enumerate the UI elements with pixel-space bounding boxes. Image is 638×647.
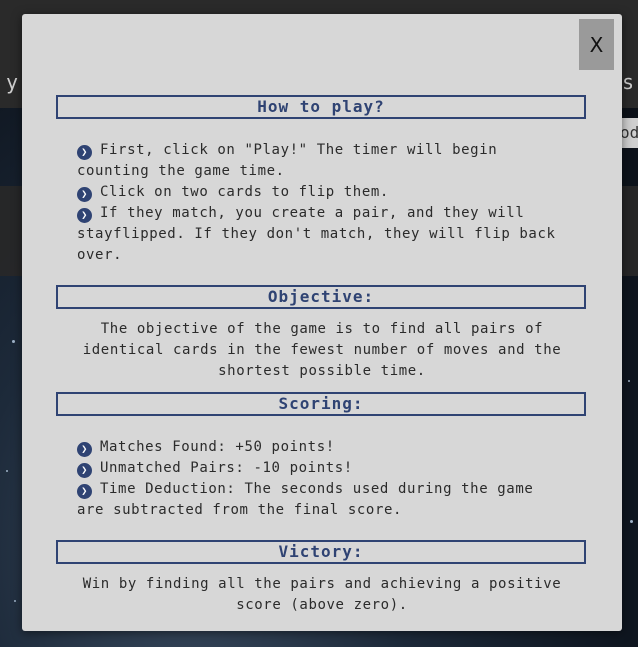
- objective-text: The objective of the game is to find all…: [82, 321, 562, 379]
- list-item: ❯ Time Deduction: The seconds used during…: [77, 481, 534, 518]
- scoring-list: ❯ Matches Found: +50 points! ❯ Unmatched P…: [77, 437, 567, 521]
- chevron-right-circle-icon: ❯: [77, 145, 92, 160]
- chevron-right-circle-icon: ❯: [77, 463, 92, 478]
- background-star: [6, 470, 8, 472]
- background-text-right: s: [622, 70, 635, 94]
- background-text-left: y: [6, 70, 19, 94]
- how-to-play-heading: How to play?: [56, 95, 586, 119]
- chevron-right-circle-icon: ❯: [77, 442, 92, 457]
- victory-text: Win by finding all the pairs and achievi…: [82, 576, 562, 613]
- list-item: ❯ Click on two cards to flip them.: [77, 182, 567, 203]
- background-star: [12, 340, 15, 343]
- victory-heading: Victory:: [56, 540, 586, 564]
- background-star: [14, 600, 16, 602]
- list-item: ❯ Matches Found: +50 points!: [77, 437, 567, 458]
- list-item: ❯ If they match, you create a pair, and t…: [77, 205, 556, 263]
- list-item: ❯ First, click on "Play!" The timer will …: [77, 142, 498, 179]
- scoring-heading: Scoring:: [56, 392, 586, 416]
- chevron-right-circle-icon: ❯: [77, 187, 92, 202]
- background-star: [630, 520, 633, 523]
- close-button[interactable]: X: [579, 19, 614, 70]
- chevron-right-circle-icon: ❯: [77, 208, 92, 223]
- background-star: [628, 380, 630, 382]
- chevron-right-circle-icon: ❯: [77, 484, 92, 499]
- objective-heading: Objective:: [56, 285, 586, 309]
- instructions-modal: X How to play? ❯ First, click on "Play!" …: [22, 14, 622, 631]
- list-item: ❯ Unmatched Pairs: -10 points!: [77, 458, 567, 479]
- how-to-play-list: ❯ First, click on "Play!" The timer will …: [77, 140, 567, 266]
